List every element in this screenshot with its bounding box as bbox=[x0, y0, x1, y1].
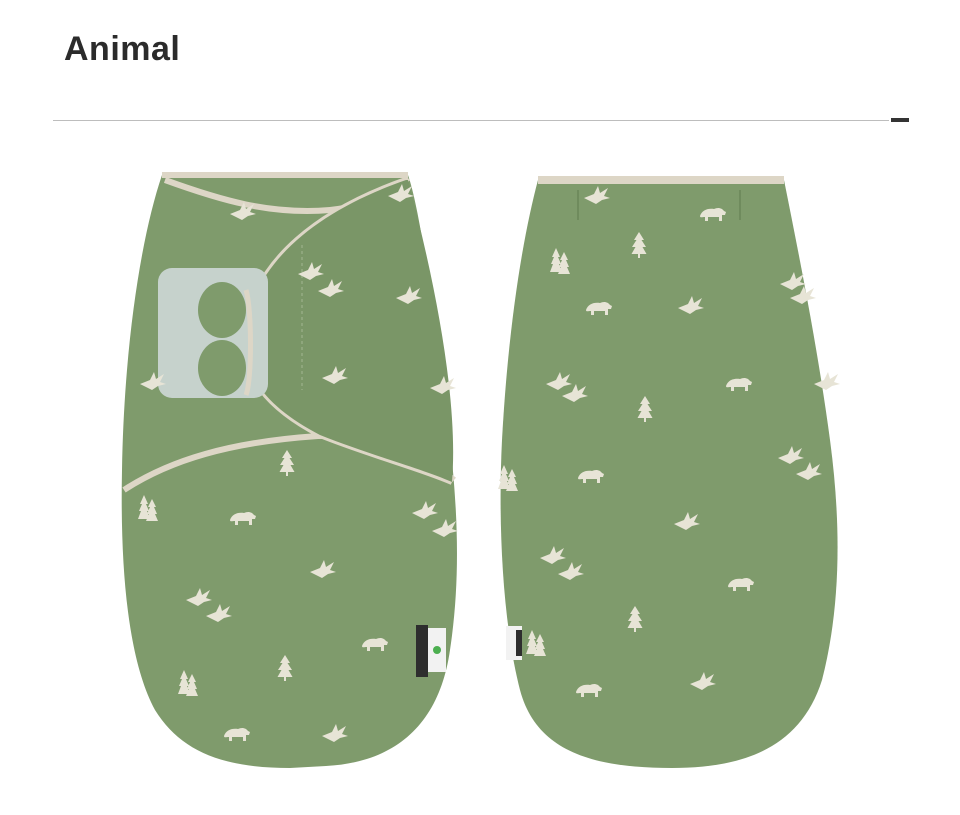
swaddle-back bbox=[498, 176, 840, 768]
title-divider bbox=[53, 120, 889, 121]
product-image-area bbox=[0, 150, 960, 790]
swaddle-back-body bbox=[500, 180, 838, 768]
swaddle-front bbox=[121, 172, 458, 768]
page-title: Animal bbox=[64, 30, 181, 68]
divider-accent bbox=[891, 118, 909, 122]
product-illustration bbox=[121, 172, 840, 768]
brand-tag-back bbox=[506, 626, 522, 660]
brand-tag-front bbox=[416, 625, 446, 677]
